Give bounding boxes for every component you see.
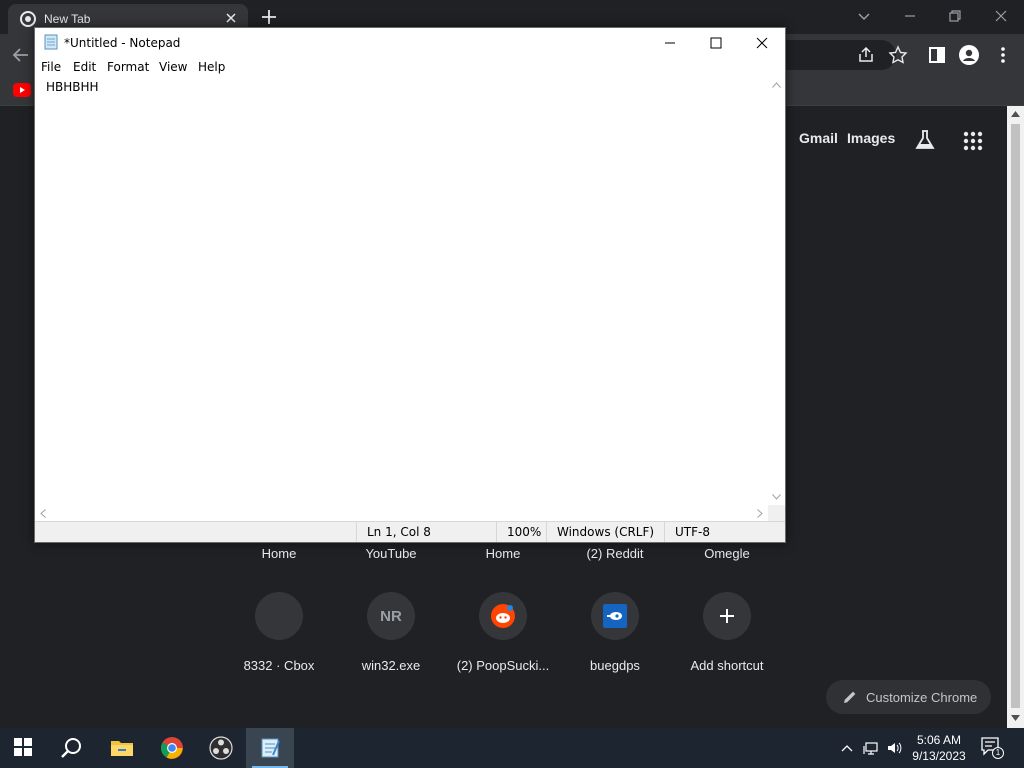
minimize-icon[interactable]: [898, 4, 922, 28]
chrome-taskbar-button[interactable]: [148, 728, 196, 768]
tray-overflow-chevron-icon[interactable]: [839, 740, 855, 756]
search-button[interactable]: [48, 728, 96, 768]
back-arrow-icon[interactable]: [10, 44, 32, 66]
status-zoom: 100%: [496, 522, 546, 542]
shortcut-label[interactable]: win32.exe: [336, 658, 446, 673]
images-link[interactable]: Images: [847, 130, 895, 146]
customize-chrome-button[interactable]: Customize Chrome: [826, 680, 991, 714]
profile-avatar-icon[interactable]: [958, 44, 980, 66]
folder-icon: [111, 741, 133, 756]
shortcut-label[interactable]: (2) Reddit: [560, 546, 670, 561]
reddit-icon: [491, 604, 515, 628]
clock-date: 9/13/2023: [912, 749, 966, 763]
shortcut-label[interactable]: Home: [224, 546, 334, 561]
chrome-icon: [20, 11, 36, 27]
chrome-icon: [161, 737, 183, 759]
notepad-title: *Untitled - Notepad: [64, 36, 181, 50]
customize-chrome-label: Customize Chrome: [866, 690, 978, 705]
menu-format[interactable]: Format: [107, 60, 149, 74]
tab-search-chevron-icon[interactable]: [852, 4, 876, 28]
system-clock[interactable]: 5:06 AM 9/13/2023: [906, 732, 972, 764]
status-encoding: UTF-8: [664, 522, 784, 542]
start-button[interactable]: [0, 728, 48, 768]
nr-monogram: NR: [380, 607, 402, 625]
pencil-icon: [844, 691, 856, 703]
windows-taskbar: 5:06 AM 9/13/2023 1: [0, 728, 1024, 768]
notepad-content: HBHBHH: [46, 80, 99, 94]
scroll-down-arrow-icon[interactable]: [772, 494, 781, 500]
scroll-left-arrow-icon[interactable]: [40, 509, 46, 518]
menu-file[interactable]: File: [41, 60, 61, 74]
file-explorer-button[interactable]: [98, 728, 146, 768]
gmail-link[interactable]: Gmail: [799, 130, 838, 146]
kebab-menu-icon[interactable]: [992, 44, 1014, 66]
scroll-up-arrow-icon[interactable]: [772, 82, 781, 88]
notepad-text-area[interactable]: HBHBHH: [35, 78, 768, 505]
scroll-right-arrow-icon[interactable]: [757, 509, 763, 518]
obs-taskbar-button[interactable]: [197, 728, 245, 768]
notepad-minimize-button[interactable]: [647, 28, 693, 58]
network-icon[interactable]: [863, 740, 879, 756]
notepad-icon: [261, 738, 280, 758]
labs-flask-icon[interactable]: [913, 128, 937, 152]
bookmark-star-icon[interactable]: [887, 44, 909, 66]
buegdps-shortcut-icon[interactable]: [591, 592, 639, 640]
menu-view[interactable]: View: [159, 60, 187, 74]
shortcut-label[interactable]: (2) PoopSucki...: [448, 658, 558, 673]
shortcut-label[interactable]: Add shortcut: [672, 658, 782, 673]
notepad-window: *Untitled - Notepad File Edit Format Vie…: [34, 27, 786, 543]
new-tab-plus-icon[interactable]: [258, 6, 280, 28]
shortcut-label[interactable]: Home: [448, 546, 558, 561]
shortcut-label[interactable]: YouTube: [336, 546, 446, 561]
close-icon: [756, 37, 768, 49]
menu-help[interactable]: Help: [198, 60, 225, 74]
scroll-down-arrow-icon[interactable]: [1011, 714, 1020, 722]
notepad-statusbar: Ln 1, Col 8 100% Windows (CRLF) UTF-8: [35, 521, 785, 542]
obs-icon: [209, 736, 233, 760]
scroll-up-arrow-icon[interactable]: [1011, 110, 1020, 118]
menu-edit[interactable]: Edit: [73, 60, 96, 74]
notepad-maximize-button[interactable]: [693, 28, 739, 58]
close-window-icon[interactable]: [989, 4, 1013, 28]
shortcut-label[interactable]: buegdps: [560, 658, 670, 673]
tab-close-icon[interactable]: [222, 9, 240, 27]
side-panel-icon[interactable]: [926, 44, 948, 66]
notepad-scroll-corner: [768, 505, 785, 521]
plus-icon: [720, 609, 734, 623]
notepad-vertical-scrollbar[interactable]: [768, 78, 785, 505]
notepad-app-icon: [44, 34, 58, 50]
notepad-close-button[interactable]: [739, 28, 785, 58]
notepad-horizontal-scrollbar[interactable]: [35, 505, 768, 521]
windows-logo-icon: [14, 738, 32, 756]
reddit-shortcut-icon[interactable]: [479, 592, 527, 640]
dps-icon: [603, 604, 627, 628]
notification-center-button[interactable]: 1: [980, 736, 1004, 760]
youtube-bookmark-icon[interactable]: [13, 83, 31, 97]
scrollbar-thumb[interactable]: [1011, 124, 1020, 708]
page-scrollbar[interactable]: [1007, 106, 1024, 728]
win32-shortcut-icon[interactable]: NR: [367, 592, 415, 640]
add-shortcut-button[interactable]: [703, 592, 751, 640]
maximize-icon: [710, 37, 722, 49]
clock-time: 5:06 AM: [916, 733, 962, 747]
status-line-ending: Windows (CRLF): [546, 522, 664, 542]
notepad-titlebar[interactable]: *Untitled - Notepad: [35, 28, 785, 58]
google-apps-grid-icon[interactable]: [962, 130, 984, 152]
status-position: Ln 1, Col 8: [356, 522, 496, 542]
shortcut-label[interactable]: 8332 · Cbox: [224, 658, 334, 673]
share-icon[interactable]: [856, 44, 878, 66]
shortcut-label[interactable]: Omegle: [672, 546, 782, 561]
notepad-taskbar-button[interactable]: [246, 728, 294, 768]
tab-title: New Tab: [44, 12, 91, 26]
cbox-shortcut-icon[interactable]: [255, 592, 303, 640]
minimize-icon: [665, 42, 675, 44]
notepad-menubar: File Edit Format View Help: [35, 58, 785, 78]
search-icon: [61, 738, 81, 758]
notification-count-badge: 1: [992, 747, 1004, 759]
restore-icon[interactable]: [943, 4, 967, 28]
volume-icon[interactable]: [886, 740, 902, 756]
